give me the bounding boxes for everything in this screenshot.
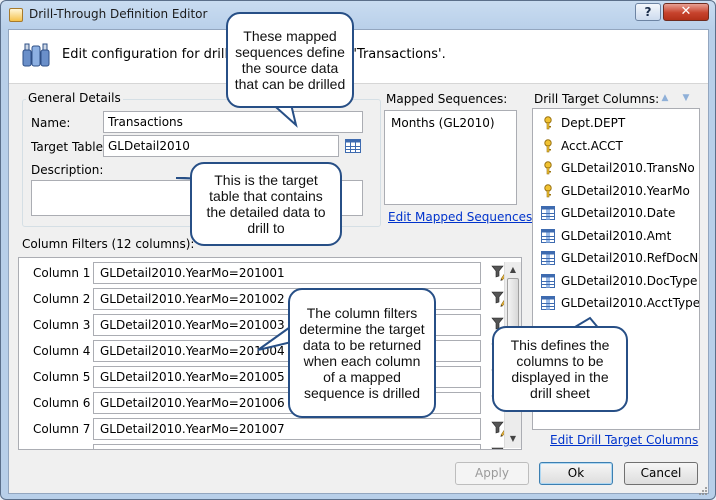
drill-target-column-item[interactable]: GLDetail2010.DocType bbox=[541, 273, 698, 290]
database-config-icon bbox=[22, 43, 50, 67]
column-filter-input[interactable]: GLDetail2010.YearMo=201007 bbox=[93, 418, 481, 440]
drill-target-column-item[interactable]: GLDetail2010.TransNo bbox=[541, 161, 696, 177]
cancel-button[interactable]: Cancel bbox=[624, 462, 698, 485]
drill-target-column-text: GLDetail2010.DocType bbox=[561, 273, 698, 288]
callout-drill-columns: This defines the columns to be displayed… bbox=[492, 326, 628, 412]
app-icon bbox=[9, 8, 23, 22]
drill-target-column-text: GLDetail2010.YearMo bbox=[561, 183, 690, 198]
general-details-label: General Details bbox=[26, 91, 123, 105]
mapped-sequences-label: Mapped Sequences: bbox=[386, 92, 508, 106]
table-picker-icon[interactable] bbox=[345, 139, 361, 153]
edit-drill-target-columns-link[interactable]: Edit Drill Target Columns bbox=[550, 433, 698, 447]
resize-grip-icon[interactable] bbox=[698, 486, 708, 496]
drill-target-column-item[interactable]: GLDetail2010.Amt bbox=[541, 228, 696, 245]
column-filter-input[interactable]: GLDetail2010.YearMo=201001 bbox=[93, 262, 481, 284]
column-filter-label: Column 7 bbox=[33, 422, 91, 436]
column-filter-label: Column 5 bbox=[33, 370, 91, 384]
column-icon bbox=[541, 273, 555, 288]
ok-button[interactable]: Ok bbox=[539, 462, 613, 485]
window-title: Drill-Through Definition Editor bbox=[29, 7, 208, 21]
column-filter-label: Column 2 bbox=[33, 292, 91, 306]
title-bar[interactable]: Drill-Through Definition Editor ? ✕ bbox=[1, 1, 715, 29]
column-filter-label: Column 3 bbox=[33, 318, 91, 332]
drill-target-column-item[interactable]: Dept.DEPT bbox=[541, 116, 696, 132]
dialog-body: Edit configuration for drill-through def… bbox=[8, 29, 709, 494]
edit-mapped-sequences-link[interactable]: Edit Mapped Sequences bbox=[388, 210, 532, 224]
drill-target-column-text: Acct.ACCT bbox=[561, 138, 623, 153]
target-table-label: Target Table: bbox=[31, 140, 108, 154]
move-up-icon[interactable]: ▲ bbox=[659, 92, 671, 104]
name-label: Name: bbox=[31, 116, 71, 130]
drill-target-columns-label: Drill Target Columns: bbox=[534, 92, 660, 106]
scroll-down-icon[interactable]: ▼ bbox=[505, 432, 521, 446]
column-filter-label: Column 6 bbox=[33, 396, 91, 410]
move-down-icon[interactable]: ▼ bbox=[680, 92, 692, 104]
scroll-up-icon[interactable]: ▲ bbox=[505, 263, 521, 277]
description-label: Description: bbox=[31, 163, 104, 177]
callout-target-table: This is the target table that contains t… bbox=[190, 162, 342, 246]
drill-target-column-item[interactable]: GLDetail2010.YearMo bbox=[541, 184, 696, 200]
column-filter-label: Column 8 bbox=[33, 448, 90, 449]
close-button[interactable]: ✕ bbox=[663, 3, 709, 21]
callout-mapped-sequences: These mapped sequences define the source… bbox=[226, 12, 354, 108]
column-filters-panel: Column 1 GLDetail2010.YearMo=201001 Column… bbox=[18, 257, 522, 450]
column-icon bbox=[541, 251, 555, 265]
drill-target-column-item[interactable]: GLDetail2010.Date bbox=[541, 206, 696, 222]
column-filter-label: Column 4 bbox=[33, 344, 91, 358]
drill-target-column-item[interactable]: Acct.ACCT bbox=[541, 139, 696, 155]
key-icon bbox=[541, 116, 555, 130]
drill-target-column-text: GLDetail2010.Date bbox=[561, 206, 676, 220]
drill-target-column-text: GLDetail2010.AcctType bbox=[561, 296, 700, 310]
column-icon bbox=[541, 296, 555, 310]
mapped-sequence-item[interactable]: Months (GL2010) bbox=[391, 116, 495, 130]
column-icon bbox=[541, 228, 555, 243]
dialog-window: Drill-Through Definition Editor ? ✕ Edit… bbox=[0, 0, 716, 500]
key-icon bbox=[541, 161, 555, 175]
drill-target-column-text: GLDetail2010.Amt bbox=[561, 228, 672, 243]
drill-target-column-text: Dept.DEPT bbox=[561, 116, 626, 130]
key-icon bbox=[541, 183, 555, 198]
name-input[interactable]: Transactions bbox=[103, 111, 363, 133]
column-filters-label: Column Filters (12 columns): bbox=[22, 237, 195, 251]
drill-target-column-item[interactable]: GLDetail2010.RefDocNo bbox=[541, 251, 699, 267]
column-filter-label: Column 1 bbox=[33, 266, 91, 280]
column-icon bbox=[541, 206, 555, 220]
column-filter-input[interactable]: GLDetail2010.YearMo=201008 bbox=[93, 444, 481, 449]
target-table-input[interactable]: GLDetail2010 bbox=[103, 135, 339, 157]
apply-button[interactable]: Apply bbox=[455, 462, 529, 485]
key-icon bbox=[541, 138, 555, 153]
mapped-sequences-list[interactable]: Months (GL2010) bbox=[384, 110, 517, 205]
drill-target-column-text: GLDetail2010.RefDocNo bbox=[561, 251, 700, 265]
help-button[interactable]: ? bbox=[635, 3, 661, 21]
drill-target-column-text: GLDetail2010.TransNo bbox=[561, 161, 695, 175]
header-band: Edit configuration for drill-through def… bbox=[9, 30, 708, 84]
callout-column-filters: The column filters determine the target … bbox=[288, 288, 436, 418]
drill-target-column-item[interactable]: GLDetail2010.AcctType bbox=[541, 296, 699, 312]
